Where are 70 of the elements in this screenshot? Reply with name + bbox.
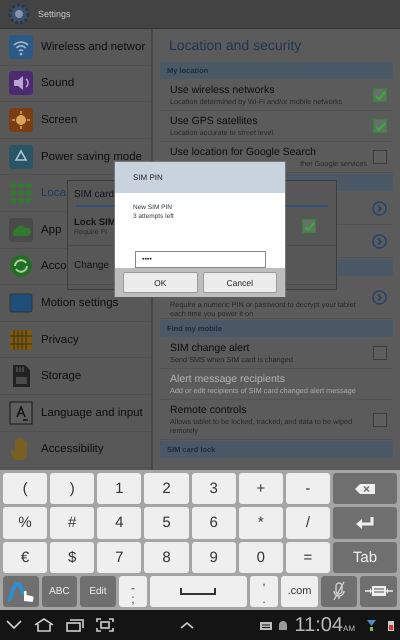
keyboard-icon [260, 620, 272, 630]
keyboard-key[interactable]: .com [281, 576, 318, 607]
keyboard-key[interactable] [3, 576, 39, 607]
dialog-title: SIM card [74, 189, 114, 200]
keyboard-key[interactable]: 3 [192, 473, 236, 504]
checkbox[interactable] [373, 346, 387, 360]
keyboard-key[interactable]: 2 [144, 473, 189, 504]
signal-icon [367, 619, 376, 631]
keyboard-key[interactable] [150, 576, 247, 607]
keyboard-key[interactable]: 9 [192, 542, 236, 573]
panel-title: Location and security [168, 36, 302, 55]
speaker-icon [8, 70, 34, 96]
clock-time: 11:04 [294, 614, 344, 636]
keyboard-key[interactable]: / [286, 507, 330, 538]
keyboard-resize-icon [364, 584, 394, 598]
backspace-icon [354, 482, 376, 495]
checkbox[interactable] [302, 219, 316, 233]
setting-title: Use location for Google Search [170, 146, 317, 158]
checkbox[interactable] [373, 412, 387, 426]
clock-period: AM [343, 622, 356, 632]
gear-icon [8, 3, 30, 25]
keyboard-key[interactable]: 0 [238, 542, 283, 573]
space-bar-icon [180, 587, 216, 596]
mic-off-icon [332, 581, 346, 602]
keyboard-key[interactable]: ( [3, 473, 48, 504]
checkbox[interactable] [373, 119, 387, 133]
keyboard-key[interactable]: Edit [80, 576, 116, 607]
keyboard-key[interactable]: 4 [97, 507, 142, 538]
keyboard-key[interactable]: 5 [144, 507, 189, 538]
screenshot-icon[interactable] [96, 618, 114, 632]
keyboard-key[interactable]: 7 [97, 542, 142, 573]
setting-title: Use GPS satellites [170, 115, 259, 127]
keyboard-key[interactable]: $ [50, 542, 94, 573]
keyboard-key[interactable]: € [3, 542, 48, 573]
setting-title: Alert message recipients [170, 373, 286, 385]
keyboard-key[interactable]: 1 [97, 473, 142, 504]
keyboard-key[interactable]: * [238, 507, 283, 538]
wifi-icon [8, 34, 34, 60]
caret-up-icon[interactable] [180, 621, 194, 629]
home-icon[interactable] [34, 618, 54, 632]
header-title: Settings [38, 9, 71, 19]
keyboard-key[interactable]: ABC [42, 576, 78, 607]
dialog-button[interactable]: OK [123, 272, 198, 293]
keyboard-key[interactable]: ) [50, 473, 94, 504]
setting-title: Use wireless networks [170, 84, 276, 96]
sun-icon [8, 106, 34, 133]
keyboard-key[interactable]: ' . [250, 576, 278, 607]
recent-apps-icon[interactable] [66, 618, 84, 632]
dialog-title: SIM PIN [133, 173, 163, 182]
battery-icon [388, 619, 394, 631]
back-icon[interactable] [6, 620, 22, 630]
keyboard-key[interactable]: # [50, 507, 94, 538]
enter-icon [354, 516, 375, 530]
dialog-button[interactable]: Cancel [202, 272, 277, 293]
cloud-icon [8, 216, 34, 243]
keyboard-key[interactable]: - [286, 473, 330, 504]
keyboard-key[interactable]: % [3, 507, 48, 538]
sync-icon [8, 253, 34, 280]
setting-title: SIM change alert [170, 342, 250, 354]
checkbox[interactable] [373, 150, 387, 164]
checkbox[interactable] [373, 88, 387, 102]
keyboard-key[interactable]: + [238, 473, 283, 504]
keyboard-key[interactable]: 8 [144, 542, 189, 573]
keyboard-key[interactable]: Tab [332, 542, 397, 573]
keyboard-key-icon [8, 400, 34, 426]
swype-icon [6, 580, 36, 602]
keyboard-key[interactable]: 6 [192, 507, 236, 538]
keyboard-key[interactable]: = [286, 542, 330, 573]
keyboard-key[interactable]: - ; [118, 576, 148, 607]
setting-title: Remote controls [170, 404, 248, 416]
